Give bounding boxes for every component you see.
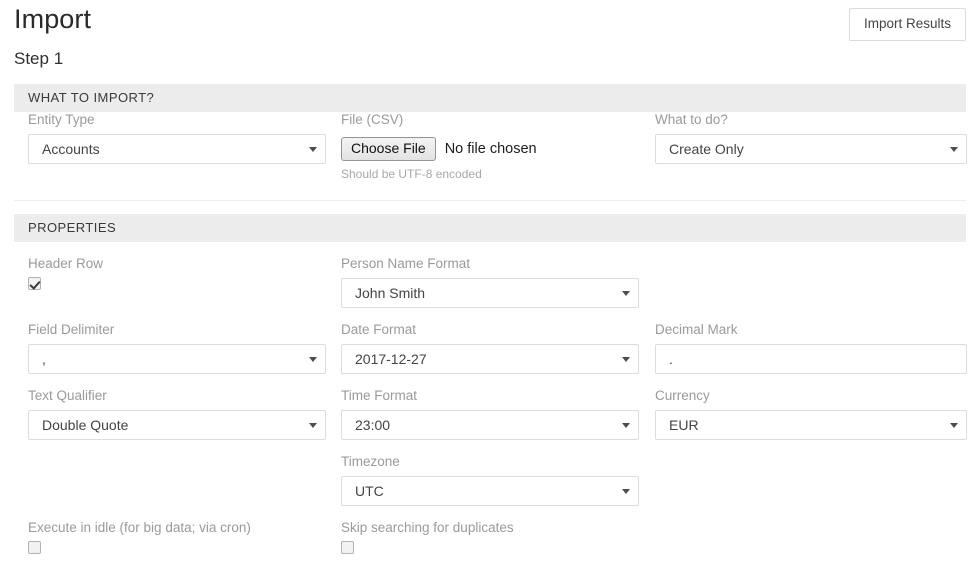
date-format-select[interactable]: 2017-12-27 bbox=[341, 344, 639, 374]
header-row-checkbox[interactable] bbox=[28, 277, 41, 290]
person-name-format-select[interactable]: John Smith bbox=[341, 278, 639, 308]
field-field-delimiter: Field Delimiter , bbox=[28, 322, 326, 374]
field-skip-duplicates: Skip searching for duplicates bbox=[341, 520, 639, 559]
what-to-do-select[interactable]: Create Only bbox=[655, 134, 967, 164]
field-entity-type: Entity Type Accounts bbox=[28, 112, 326, 164]
date-format-label: Date Format bbox=[341, 322, 639, 344]
file-csv-label: File (CSV) bbox=[341, 112, 639, 134]
execute-in-idle-checkbox[interactable] bbox=[28, 541, 41, 554]
section-header-what-to-import: WHAT TO IMPORT? bbox=[14, 84, 966, 112]
currency-label: Currency bbox=[655, 388, 967, 410]
decimal-mark-label: Decimal Mark bbox=[655, 322, 967, 344]
field-timezone: Timezone UTC bbox=[341, 454, 639, 506]
what-to-do-label: What to do? bbox=[655, 112, 967, 134]
form-row-options: Execute in idle (for big data; via cron)… bbox=[14, 520, 966, 568]
skip-duplicates-label: Skip searching for duplicates bbox=[341, 520, 639, 541]
form-row-source: Entity Type Accounts File (CSV) Choose F… bbox=[14, 112, 966, 200]
file-status-text: No file chosen bbox=[445, 141, 537, 157]
form-row-delimiter: Field Delimiter , Date Format 2017-12-27… bbox=[14, 322, 966, 388]
header-actions: Import Results bbox=[849, 8, 966, 41]
field-decimal-mark: Decimal Mark . bbox=[655, 322, 967, 374]
timezone-select[interactable]: UTC bbox=[341, 476, 639, 506]
import-form: WHAT TO IMPORT? Entity Type Accounts Fil… bbox=[0, 84, 980, 568]
time-format-label: Time Format bbox=[341, 388, 639, 410]
form-row-timezone: Timezone UTC bbox=[14, 454, 966, 520]
execute-in-idle-label: Execute in idle (for big data; via cron) bbox=[28, 520, 340, 541]
currency-select[interactable]: EUR bbox=[655, 410, 967, 440]
page-title: Import bbox=[14, 2, 91, 36]
field-time-format: Time Format 23:00 bbox=[341, 388, 639, 440]
page-header: Import Import Results Step 1 bbox=[0, 0, 980, 44]
skip-duplicates-checkbox[interactable] bbox=[341, 541, 354, 554]
choose-file-button[interactable]: Choose File bbox=[341, 137, 436, 161]
text-qualifier-select[interactable]: Double Quote bbox=[28, 410, 326, 440]
section-body-properties: Header Row Person Name Format John Smith… bbox=[0, 242, 980, 568]
entity-type-label: Entity Type bbox=[28, 112, 326, 134]
field-delimiter-select[interactable]: , bbox=[28, 344, 326, 374]
field-header-row: Header Row bbox=[28, 256, 326, 295]
header-row-label: Header Row bbox=[28, 256, 326, 277]
file-input[interactable]: Choose File No file chosen bbox=[341, 134, 639, 164]
file-help-text: Should be UTF-8 encoded bbox=[341, 167, 639, 181]
import-results-button[interactable]: Import Results bbox=[849, 8, 966, 41]
field-file-csv: File (CSV) Choose File No file chosen Sh… bbox=[341, 112, 639, 181]
field-execute-in-idle: Execute in idle (for big data; via cron) bbox=[28, 520, 340, 559]
text-qualifier-label: Text Qualifier bbox=[28, 388, 326, 410]
decimal-mark-input[interactable]: . bbox=[655, 344, 967, 374]
section-divider bbox=[14, 200, 966, 201]
step-label: Step 1 bbox=[14, 48, 63, 70]
field-delimiter-label: Field Delimiter bbox=[28, 322, 326, 344]
field-date-format: Date Format 2017-12-27 bbox=[341, 322, 639, 374]
field-person-name-format: Person Name Format John Smith bbox=[341, 256, 639, 308]
field-what-to-do: What to do? Create Only bbox=[655, 112, 967, 164]
section-body-what-to-import: Entity Type Accounts File (CSV) Choose F… bbox=[0, 112, 980, 200]
timezone-label: Timezone bbox=[341, 454, 639, 476]
field-text-qualifier: Text Qualifier Double Quote bbox=[28, 388, 326, 440]
field-currency: Currency EUR bbox=[655, 388, 967, 440]
time-format-select[interactable]: 23:00 bbox=[341, 410, 639, 440]
section-header-properties: PROPERTIES bbox=[14, 214, 966, 242]
entity-type-select[interactable]: Accounts bbox=[28, 134, 326, 164]
person-name-format-label: Person Name Format bbox=[341, 256, 639, 278]
form-row-header-row: Header Row Person Name Format John Smith bbox=[14, 256, 966, 322]
form-row-qualifier: Text Qualifier Double Quote Time Format … bbox=[14, 388, 966, 454]
